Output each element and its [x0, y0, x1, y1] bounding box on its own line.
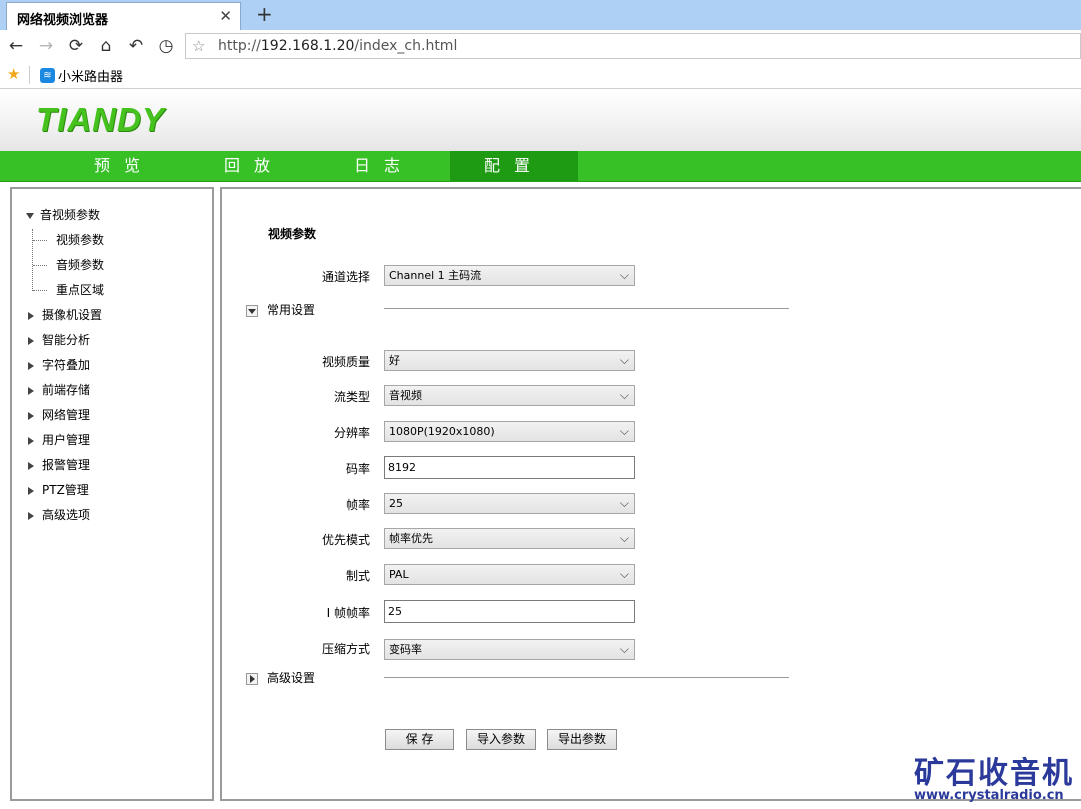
collapse-triangle-icon	[28, 336, 34, 345]
reload-icon[interactable]: ⟳	[65, 35, 87, 57]
collapse-triangle-icon	[28, 436, 34, 445]
watermark-url: www.crystalradio.cn	[914, 788, 1064, 803]
tree-item-ptz[interactable]: PTZ管理	[26, 481, 89, 499]
close-icon[interactable]: ✕	[219, 7, 232, 25]
browser-toolbar: ← → ⟳ ⌂ ↶ ◷ ☆ http://192.168.1.20/index_…	[0, 30, 1081, 63]
nav-config[interactable]: 配置	[450, 151, 578, 181]
chevron-down-icon: ⌵	[619, 388, 629, 402]
nav-log[interactable]: 日志	[320, 151, 448, 181]
chevron-down-icon: ⌵	[619, 567, 629, 581]
resolution-label: 分辨率	[333, 426, 370, 440]
tree-item-advanced[interactable]: 高级选项	[26, 506, 90, 524]
tree-item-av-params[interactable]: 音视频参数	[26, 206, 100, 224]
nav-preview[interactable]: 预览	[60, 151, 188, 181]
channel-label: 通道选择	[321, 270, 370, 284]
bookmark-item[interactable]: ≋ 小米路由器	[40, 66, 123, 85]
favorites-star-icon[interactable]: ★	[7, 65, 20, 83]
fps-select[interactable]: 25 ⌵	[384, 493, 635, 514]
chevron-down-icon: ⌵	[619, 353, 629, 367]
tree-connector	[33, 240, 47, 241]
tree-item-audio-params[interactable]: 音频参数	[56, 256, 104, 274]
priority-select[interactable]: 帧率优先 ⌵	[384, 528, 635, 549]
forward-arrow-icon[interactable]: →	[35, 35, 57, 57]
quality-label: 视频质量	[321, 355, 370, 369]
fps-label: 帧率	[345, 498, 370, 512]
compression-select[interactable]: 变码率 ⌵	[384, 639, 635, 660]
config-tree-panel: 音视频参数 视频参数 音频参数 重点区域 摄像机设置 智能分析 字符叠加 前端存…	[10, 187, 214, 801]
chevron-down-icon: ⌵	[619, 496, 629, 510]
app-header: TIANDY	[0, 89, 1081, 151]
new-tab-button[interactable]: +	[256, 2, 273, 26]
address-bar[interactable]: ☆ http://192.168.1.20/index_ch.html	[185, 33, 1081, 59]
tree-connector	[33, 265, 47, 266]
bookmark-separator	[29, 66, 30, 84]
video-params-panel: 视频参数 通道选择 Channel 1 主码流 ⌵ 常用设置 视频质量 好 ⌵ 流类…	[220, 187, 1081, 801]
browser-tab[interactable]: 网络视频浏览器 ✕	[6, 2, 241, 30]
collapse-triangle-icon	[28, 461, 34, 470]
compression-label: 压缩方式	[321, 642, 370, 656]
priority-label: 优先模式	[321, 533, 370, 547]
address-text[interactable]: http://192.168.1.20/index_ch.html	[218, 38, 457, 54]
wifi-icon: ≋	[40, 68, 55, 83]
chevron-down-icon: ⌵	[619, 424, 629, 438]
save-button[interactable]: 保 存	[385, 729, 454, 750]
stream-type-label: 流类型	[333, 390, 370, 404]
tab-title: 网络视频浏览器	[17, 13, 109, 28]
browser-tab-bar: 网络视频浏览器 ✕ +	[0, 0, 1081, 30]
group-divider	[384, 308, 789, 309]
expand-box-icon	[246, 672, 258, 685]
collapse-triangle-icon	[28, 486, 34, 495]
collapse-triangle-icon	[28, 511, 34, 520]
bitrate-input[interactable]: 8192	[384, 456, 635, 479]
channel-select[interactable]: Channel 1 主码流 ⌵	[384, 265, 635, 286]
tree-item-users[interactable]: 用户管理	[26, 431, 90, 449]
collapse-box-icon	[246, 304, 258, 317]
home-icon[interactable]: ⌂	[95, 35, 117, 57]
tree-item-storage[interactable]: 前端存储	[26, 381, 90, 399]
bitrate-label: 码率	[345, 462, 370, 476]
collapse-triangle-icon	[28, 361, 34, 370]
tree-item-video-params[interactable]: 视频参数	[56, 231, 104, 249]
tree-item-camera[interactable]: 摄像机设置	[26, 306, 102, 324]
tree-item-roi[interactable]: 重点区域	[56, 281, 104, 299]
main-nav: 预览 回放 日志 配置	[0, 151, 1081, 182]
undo-icon[interactable]: ↶	[125, 35, 147, 57]
page-title: 视频参数	[268, 227, 317, 241]
standard-label: 制式	[345, 569, 370, 583]
tree-connector	[33, 290, 47, 291]
tree-item-network[interactable]: 网络管理	[26, 406, 90, 424]
export-params-button[interactable]: 导出参数	[547, 729, 617, 750]
history-clock-icon[interactable]: ◷	[155, 35, 177, 57]
chevron-down-icon: ⌵	[619, 642, 629, 656]
collapse-triangle-icon	[28, 311, 34, 320]
stream-type-select[interactable]: 音视频 ⌵	[384, 385, 635, 406]
resolution-select[interactable]: 1080P(1920x1080) ⌵	[384, 421, 635, 442]
quality-select[interactable]: 好 ⌵	[384, 350, 635, 371]
watermark: 矿石收音机 www.crystalradio.cn	[914, 748, 1074, 803]
chevron-down-icon: ⌵	[619, 268, 629, 282]
collapse-triangle-icon	[28, 411, 34, 420]
advanced-settings-toggle[interactable]: 高级设置	[246, 670, 315, 686]
import-params-button[interactable]: 导入参数	[466, 729, 536, 750]
group-divider	[384, 677, 789, 678]
nav-playback[interactable]: 回放	[190, 151, 318, 181]
bookmark-star-icon[interactable]: ☆	[192, 37, 205, 55]
common-settings-toggle[interactable]: 常用设置	[246, 302, 315, 318]
tree-connector	[32, 229, 33, 291]
tiandy-logo: TIANDY	[36, 101, 165, 138]
standard-select[interactable]: PAL ⌵	[384, 564, 635, 585]
bookmarks-bar: ★ ≋ 小米路由器	[0, 62, 1081, 89]
tree-item-analytics[interactable]: 智能分析	[26, 331, 90, 349]
chevron-down-icon: ⌵	[619, 531, 629, 545]
iframe-input[interactable]: 25	[384, 600, 635, 623]
tree-item-alarm[interactable]: 报警管理	[26, 456, 90, 474]
tree-item-osd[interactable]: 字符叠加	[26, 356, 90, 374]
collapse-triangle-icon	[28, 386, 34, 395]
back-arrow-icon[interactable]: ←	[5, 35, 27, 57]
expand-triangle-icon	[26, 212, 34, 219]
watermark-title: 矿石收音机	[914, 756, 1074, 791]
iframe-label: I 帧帧率	[326, 606, 370, 620]
